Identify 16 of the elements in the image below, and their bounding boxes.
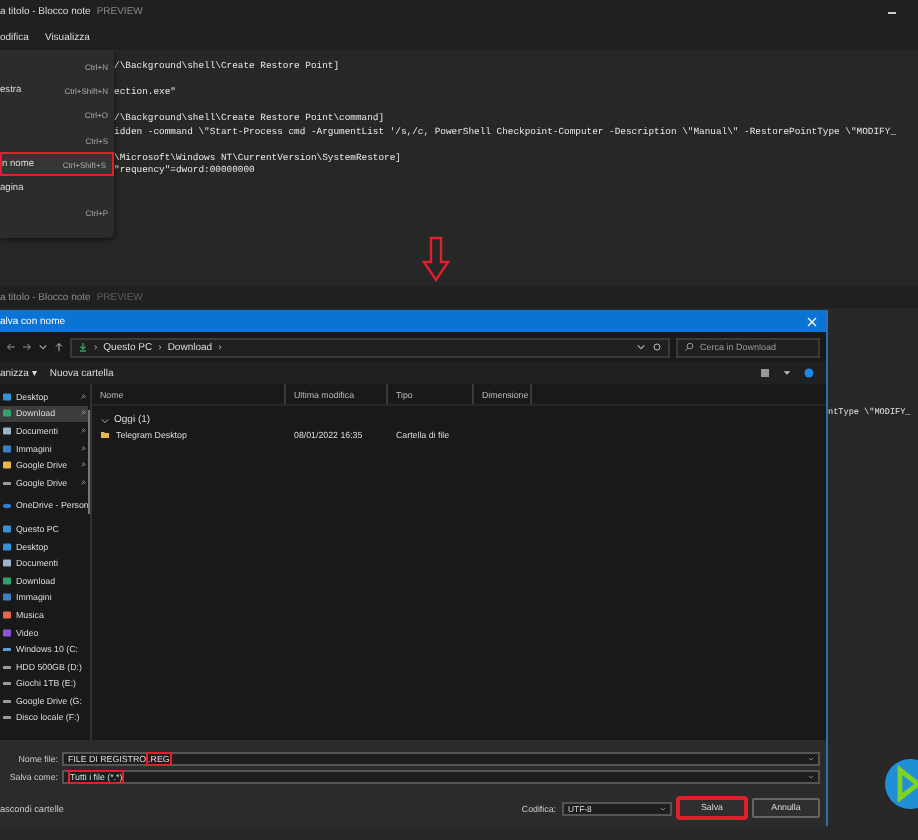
app-icon[interactable] xyxy=(884,758,918,810)
minimize-icon[interactable] xyxy=(888,11,896,13)
chevron-down-icon[interactable] xyxy=(636,342,646,352)
forward-icon[interactable] xyxy=(22,342,32,352)
arrow-icon xyxy=(422,236,450,282)
scrollbar[interactable] xyxy=(88,410,90,514)
chevron-down-icon[interactable] xyxy=(38,342,48,352)
cloud-icon xyxy=(2,500,12,511)
up-arrow-icon[interactable] xyxy=(54,342,64,352)
caret-icon[interactable] xyxy=(782,368,792,378)
close-icon[interactable] xyxy=(806,315,818,327)
chevron-icon[interactable] xyxy=(100,415,110,425)
search-icon xyxy=(684,342,694,352)
back-icon[interactable] xyxy=(6,342,16,352)
refresh-icon[interactable] xyxy=(652,342,662,352)
view-icon[interactable] xyxy=(760,368,770,378)
